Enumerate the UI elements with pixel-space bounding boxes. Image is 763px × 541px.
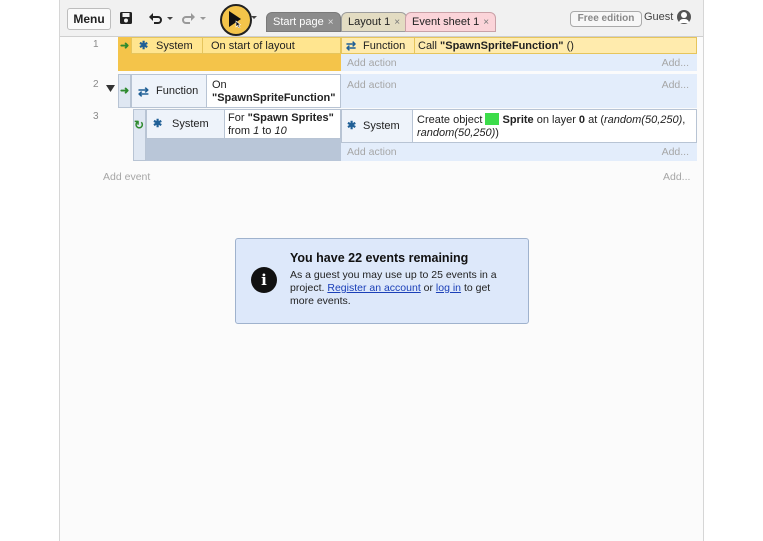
add-event-link[interactable]: Add event [103, 171, 150, 183]
event-3-body[interactable] [146, 139, 341, 161]
function-icon: ⇄ [346, 39, 357, 53]
action-object[interactable]: ✱ System [341, 109, 413, 143]
notice-or: or [420, 282, 436, 294]
event-number: 1 [93, 39, 99, 50]
add-action-short[interactable]: Add... [662, 57, 689, 69]
condition-text-line1: For "Spawn Sprites" [228, 112, 334, 124]
notice-title: You have 22 events remaining [290, 251, 469, 265]
sprite-name: Sprite [502, 114, 534, 126]
add-event-short[interactable]: Add... [663, 171, 690, 183]
condition-prefix: For [228, 112, 248, 124]
condition-from: from [228, 125, 254, 137]
add-action-row[interactable]: Add action Add... [341, 74, 697, 108]
action-text-c: at ( [585, 114, 604, 126]
event-number: 3 [93, 111, 99, 122]
trigger-arrow-icon: ➜ [120, 85, 130, 97]
action-text-line1: Create object Sprite on layer 0 at (rand… [417, 113, 685, 126]
action-object-name: System [363, 120, 400, 132]
tab-label: Start page [273, 16, 324, 28]
function-name: "SpawnSpriteFunction" [212, 92, 336, 104]
redo-dropdown-icon[interactable] [199, 10, 207, 26]
login-link[interactable]: log in [436, 282, 461, 294]
action-text-a: Create object [417, 114, 486, 126]
add-action-row[interactable]: Add action Add... [341, 143, 697, 161]
action-object[interactable]: ⇄ Function [341, 37, 415, 54]
condition-object[interactable]: ⇄ Function [131, 74, 207, 108]
condition-to: to [259, 125, 275, 137]
tab-start-page[interactable]: Start page × [266, 12, 341, 32]
tab-layout[interactable]: Layout 1 × [341, 12, 408, 32]
add-action-link[interactable]: Add action [347, 146, 397, 158]
undo-icon[interactable] [148, 10, 164, 26]
action-comma: , [682, 114, 686, 126]
close-icon[interactable]: × [483, 17, 489, 28]
condition-object-name: System [156, 40, 193, 52]
x-expression: random(50,250) [604, 114, 683, 126]
construct-editor-window: Menu Start page × Layout 1 × Event sheet… [60, 0, 703, 541]
sprite-thumbnail [485, 113, 500, 125]
free-edition-badge[interactable]: Free edition [570, 11, 642, 27]
action-text-b: on layer [533, 114, 579, 126]
undo-dropdown-icon[interactable] [166, 10, 174, 26]
condition-text-line2: from 1 to 10 [228, 125, 287, 137]
add-action-row[interactable]: Add action Add... [341, 54, 697, 71]
condition-object[interactable]: ✱ System [146, 109, 225, 139]
info-icon: i [251, 267, 277, 293]
condition[interactable]: On start of layout [203, 37, 341, 54]
menu-button[interactable]: Menu [67, 8, 111, 30]
event-3-margin[interactable]: ↻ [133, 109, 146, 161]
add-action-link[interactable]: Add action [347, 79, 397, 91]
condition-object[interactable]: ✱ System [131, 37, 203, 54]
notice-body: As a guest you may use up to 25 events i… [290, 269, 516, 308]
user-icon[interactable] [677, 10, 691, 24]
toolbar: Menu Start page × Layout 1 × Event sheet… [60, 0, 703, 37]
action-close-paren: ) [495, 127, 499, 139]
condition-object-name: Function [156, 85, 199, 97]
condition-text-line1: On [212, 79, 227, 91]
function-icon: ⇄ [138, 84, 149, 99]
save-icon[interactable] [118, 10, 134, 26]
function-name: "SpawnSpriteFunction" [440, 40, 564, 52]
close-icon[interactable]: × [328, 17, 334, 28]
tab-label: Event sheet 1 [412, 16, 480, 28]
add-action-link[interactable]: Add action [347, 57, 397, 69]
gear-icon: ✱ [153, 118, 163, 130]
event-2-margin[interactable]: ➜ [118, 74, 131, 108]
condition[interactable]: On "SpawnSpriteFunction" [207, 74, 341, 108]
y-expression: random(50,250) [417, 127, 496, 139]
tab-label: Layout 1 [348, 16, 391, 28]
event-number: 2 [93, 79, 99, 90]
close-icon[interactable]: × [394, 17, 400, 28]
event-1-margin[interactable]: ➜ [118, 37, 131, 71]
condition-text: On start of layout [211, 40, 295, 52]
add-action-short[interactable]: Add... [662, 146, 689, 158]
redo-icon[interactable] [180, 10, 196, 26]
action-text: Call "SpawnSpriteFunction" () [418, 40, 574, 52]
loop-end: 10 [274, 125, 287, 137]
action[interactable]: Call "SpawnSpriteFunction" () [415, 37, 697, 54]
action-text-prefix: Call [418, 40, 441, 52]
gear-icon: ✱ [139, 40, 149, 52]
user-name[interactable]: Guest [644, 11, 673, 23]
event-sheet: 1 ➜ ✱ System On start of layout ⇄ Functi… [60, 37, 703, 541]
trigger-arrow-icon: ➜ [120, 40, 130, 52]
action[interactable]: Create object Sprite on layer 0 at (rand… [413, 109, 697, 143]
gear-icon: ✱ [347, 120, 357, 132]
loop-icon: ↻ [134, 118, 145, 132]
action-text-suffix: () [563, 40, 574, 52]
preview-dropdown-icon[interactable] [251, 10, 257, 26]
event-1-body[interactable] [131, 54, 341, 71]
loop-name: "Spawn Sprites" [247, 112, 334, 124]
action-object-name: Function [363, 40, 406, 52]
collapse-triangle-icon[interactable] [106, 85, 115, 93]
condition-object-name: System [172, 118, 209, 130]
preview-button[interactable] [220, 4, 252, 36]
action-text-line2: random(50,250)) [417, 127, 499, 139]
condition[interactable]: For "Spawn Sprites" from 1 to 10 [225, 109, 341, 139]
tab-event-sheet[interactable]: Event sheet 1 × [405, 12, 497, 32]
register-link[interactable]: Register an account [327, 282, 420, 294]
add-action-short[interactable]: Add... [662, 79, 689, 91]
play-icon [229, 11, 242, 28]
events-remaining-notice: i You have 22 events remaining As a gues… [235, 238, 529, 324]
